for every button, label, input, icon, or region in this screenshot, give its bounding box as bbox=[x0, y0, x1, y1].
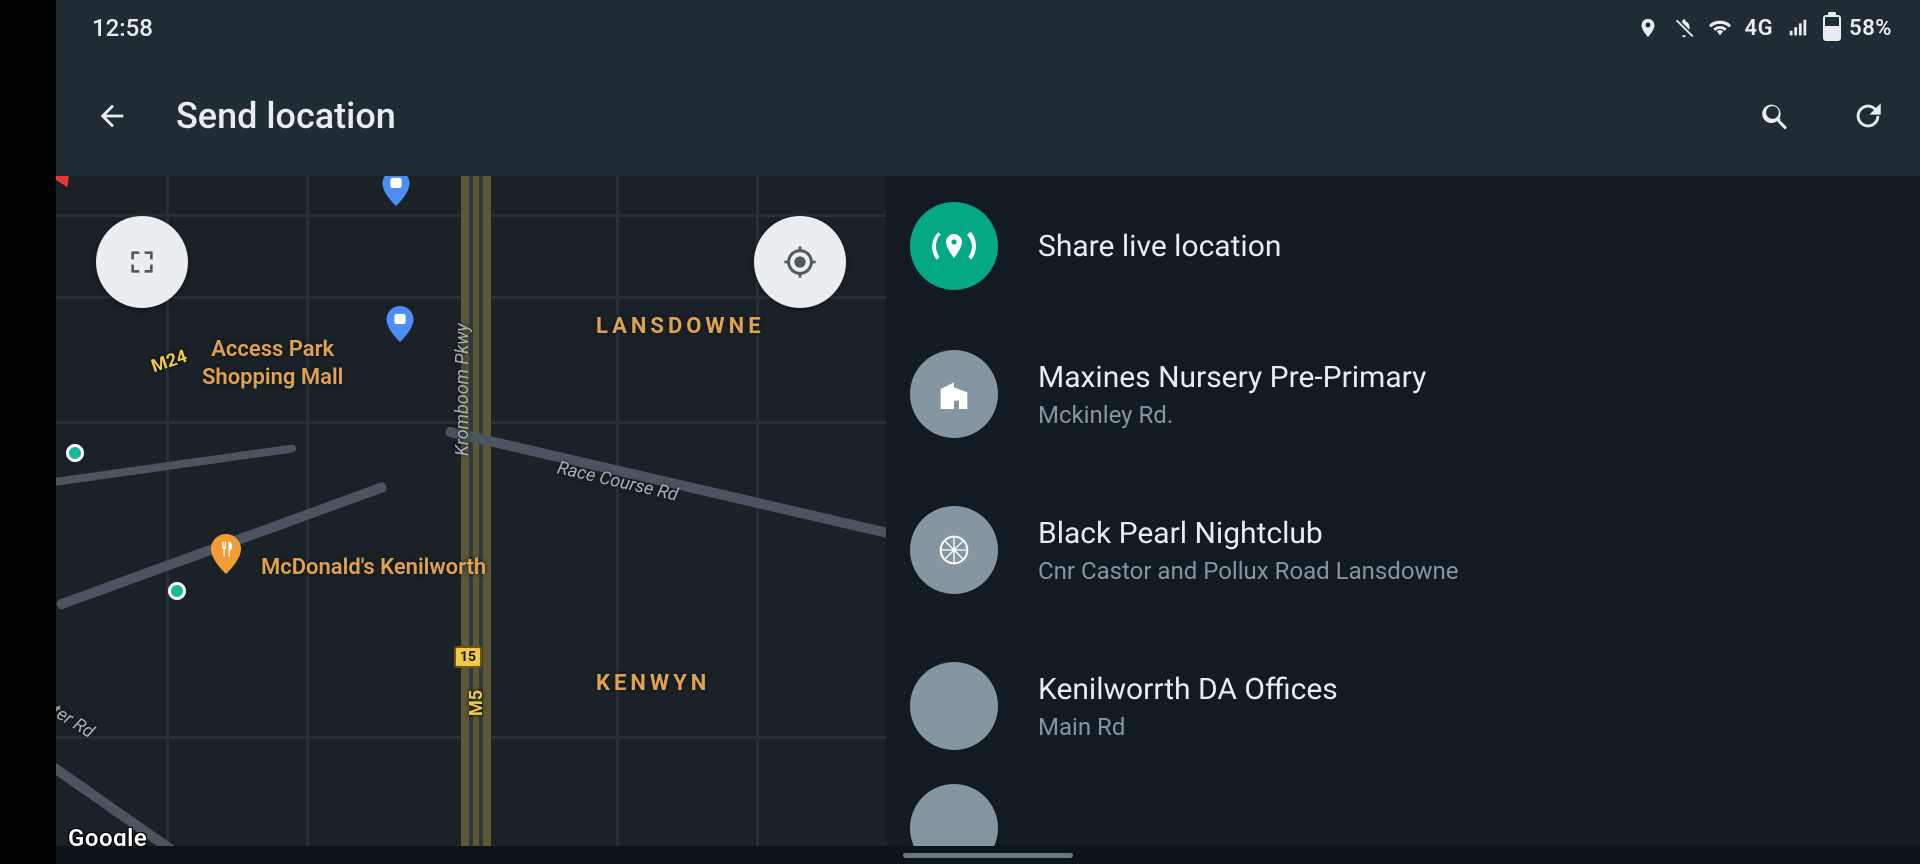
signal-icon bbox=[1787, 17, 1809, 39]
list-item-title: Share live location bbox=[1038, 229, 1281, 264]
battery-percent: 58% bbox=[1849, 16, 1892, 41]
map-poi-label: McDonald's Kenilworth bbox=[261, 554, 486, 582]
clock: 12:58 bbox=[92, 14, 153, 42]
map-highway bbox=[461, 176, 491, 864]
map-pin-food[interactable] bbox=[206, 534, 246, 574]
places-list[interactable]: Share live location Maxines Nursery Pre-… bbox=[886, 176, 1920, 864]
fullscreen-button[interactable] bbox=[96, 216, 188, 308]
place-icon bbox=[910, 662, 998, 750]
page-title: Send location bbox=[176, 95, 1752, 137]
status-bar: 12:58 4G 58% bbox=[56, 0, 1920, 56]
nav-handle[interactable] bbox=[56, 846, 1920, 864]
list-item-subtitle: Main Rd bbox=[1038, 713, 1338, 741]
building-icon bbox=[910, 350, 998, 438]
place-item[interactable] bbox=[886, 784, 1920, 824]
locate-me-button[interactable] bbox=[754, 216, 846, 308]
map-highway-label: M5 bbox=[466, 690, 487, 716]
live-location-icon bbox=[910, 202, 998, 290]
map-dot bbox=[66, 444, 84, 462]
app-bar: Send location bbox=[56, 56, 1920, 176]
dnd-icon bbox=[1673, 17, 1695, 39]
place-item[interactable]: Kenilworrth DA Offices Main Rd bbox=[886, 628, 1920, 784]
refresh-button[interactable] bbox=[1844, 92, 1892, 140]
list-item-subtitle: Mckinley Rd. bbox=[1038, 401, 1426, 429]
battery-indicator: 58% bbox=[1823, 15, 1892, 41]
map-marker-red bbox=[56, 176, 76, 191]
status-icons: 4G 58% bbox=[1637, 15, 1892, 41]
map-area-label: LANSDOWNE bbox=[596, 314, 765, 339]
place-item[interactable]: Black Pearl Nightclub Cnr Castor and Pol… bbox=[886, 472, 1920, 628]
back-button[interactable] bbox=[88, 92, 136, 140]
list-item-subtitle: Cnr Castor and Pollux Road Lansdowne bbox=[1038, 557, 1459, 585]
map-pin-shop[interactable] bbox=[382, 306, 418, 342]
map-road-label: Kromboom Pkwy bbox=[452, 323, 473, 456]
nightlife-icon bbox=[910, 506, 998, 594]
map-dot bbox=[168, 582, 186, 600]
place-item[interactable]: Maxines Nursery Pre-Primary Mckinley Rd. bbox=[886, 316, 1920, 472]
map-area-label: KENWYN bbox=[596, 671, 710, 696]
content-split: 15 Access ParkShopping Mall McDonald's K… bbox=[56, 176, 1920, 864]
search-button[interactable] bbox=[1752, 92, 1800, 140]
map-poi-label: Access ParkShopping Mall bbox=[202, 336, 343, 391]
map-road-label: ter Rd bbox=[56, 700, 98, 742]
wifi-icon bbox=[1709, 17, 1731, 39]
map-pane[interactable]: 15 Access ParkShopping Mall McDonald's K… bbox=[56, 176, 886, 864]
network-type: 4G bbox=[1745, 16, 1774, 41]
map-pin-shop[interactable] bbox=[378, 176, 414, 206]
map-exit-badge: 15 bbox=[454, 646, 482, 668]
location-status-icon bbox=[1637, 17, 1659, 39]
list-item-title: Maxines Nursery Pre-Primary bbox=[1038, 360, 1426, 395]
list-item-title: Kenilworrth DA Offices bbox=[1038, 672, 1338, 707]
screen: 12:58 4G 58% Send location bbox=[56, 0, 1920, 864]
share-live-location-item[interactable]: Share live location bbox=[886, 176, 1920, 316]
map-highway-label: M24 bbox=[149, 346, 190, 377]
list-item-title: Black Pearl Nightclub bbox=[1038, 516, 1459, 551]
